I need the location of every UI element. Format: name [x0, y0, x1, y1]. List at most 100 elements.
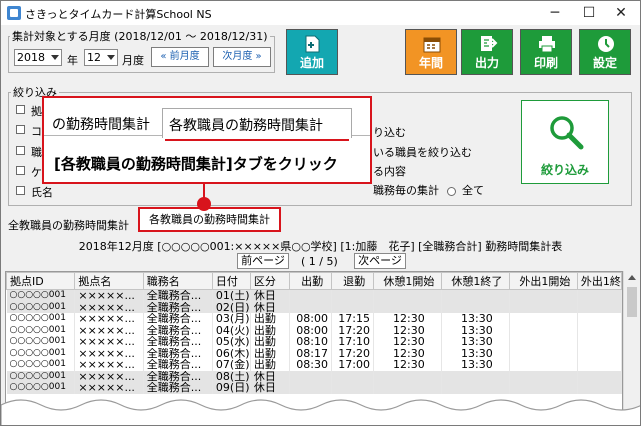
filter-staff-text: いる職員を絞り込む	[373, 146, 472, 159]
table-row[interactable]: ○○○○○001 ×××××... 全職務合... 08(土) 休日	[6, 370, 622, 382]
column-header[interactable]: 日付	[211, 272, 251, 290]
name-checkbox[interactable]	[16, 186, 25, 195]
annual-button[interactable]: 年間	[405, 29, 457, 75]
table-cell	[331, 370, 374, 382]
column-header[interactable]: 休憩1開始	[372, 272, 442, 290]
scroll-up-icon[interactable]	[628, 275, 636, 280]
filter-button[interactable]: 絞り込み	[521, 100, 609, 184]
calendar-icon	[423, 37, 441, 53]
table-cell: ○○○○○001	[6, 359, 76, 371]
table-cell	[509, 382, 578, 394]
table-cell: 13:30	[441, 336, 510, 348]
column-header[interactable]: 拠点ID	[6, 272, 76, 290]
table-row[interactable]: ○○○○○001 ×××××... 全職務合... 01(土) 休日	[6, 289, 622, 302]
minimize-button[interactable]: ─	[541, 3, 569, 23]
table-cell	[373, 289, 442, 302]
table-cell	[509, 370, 578, 382]
table-cell	[509, 359, 578, 371]
column-header[interactable]: 出勤	[288, 272, 333, 290]
table-cell: 17:20	[331, 347, 374, 359]
table-cell: 17:00	[331, 359, 374, 371]
table-cell	[509, 336, 578, 348]
add-button[interactable]: 追加	[286, 29, 338, 75]
close-button[interactable]: ✕	[607, 3, 635, 23]
table-cell: 全職務合...	[143, 324, 213, 336]
month-select[interactable]: 12	[84, 49, 118, 66]
column-header[interactable]: 区分	[249, 272, 290, 290]
instruction-callout: の勤務時間集計 各教職員の勤務時間集計 [各教職員の勤務時間集計]タブをクリック	[42, 96, 372, 184]
radio-all[interactable]	[446, 186, 456, 196]
filter-checkbox-2[interactable]	[16, 125, 25, 134]
column-header[interactable]: 外出1終	[576, 272, 622, 290]
table-cell	[373, 301, 442, 313]
table-cell: 08:30	[289, 359, 333, 371]
next-page-button[interactable]: 次ページ	[354, 253, 406, 269]
column-header[interactable]: 職務名	[142, 272, 213, 290]
table-row[interactable]: ○○○○○001 ×××××... 全職務合... 03(月) 出勤 08:00 17:15…	[6, 313, 622, 325]
next-month-button[interactable]: 次月度 »	[213, 47, 271, 67]
table-cell: 12:30	[373, 359, 442, 371]
filter-checkbox-2-label: コ	[31, 125, 42, 138]
month-value: 12	[87, 51, 101, 64]
table-cell: 12:30	[373, 324, 442, 336]
per-job-label: 職務毎の集計	[373, 184, 439, 197]
column-header[interactable]: 外出1開始	[508, 272, 578, 290]
table-cell	[289, 289, 333, 302]
filter-checkbox-3[interactable]	[16, 146, 25, 155]
filter-checkbox-1[interactable]	[16, 105, 25, 114]
table-cell: 出勤	[250, 359, 290, 371]
print-button[interactable]: 印刷	[520, 29, 572, 75]
table-cell: 13:30	[441, 347, 510, 359]
column-header[interactable]: 拠点名	[74, 272, 144, 290]
tab-all-staff[interactable]: 全教職員の勤務時間集計	[4, 215, 133, 233]
table-cell	[577, 289, 622, 302]
column-header[interactable]: 退勤	[331, 272, 374, 290]
table-cell: 01(土)	[212, 289, 251, 302]
table-cell: 12:30	[373, 313, 442, 325]
table-cell: 出勤	[250, 313, 290, 325]
add-document-icon	[305, 35, 320, 53]
printer-icon	[539, 36, 555, 53]
table-cell	[577, 359, 622, 371]
table-cell: 08:10	[289, 336, 333, 348]
window-title: さきっとタイムカード計算School NS	[25, 8, 212, 21]
table-cell: ×××××...	[74, 336, 144, 348]
filter-checkbox-4[interactable]	[16, 166, 25, 175]
year-select[interactable]: 2018	[14, 49, 62, 66]
torn-edge-decoration	[1, 399, 640, 425]
chevron-down-icon	[107, 55, 115, 60]
table-cell: 17:10	[331, 336, 374, 348]
callout-pointer-dot	[197, 197, 211, 211]
output-button[interactable]: 出力	[461, 29, 513, 75]
prev-page-button[interactable]: 前ページ	[237, 253, 289, 269]
table-cell: ○○○○○001	[6, 313, 76, 325]
table-cell: 13:30	[441, 359, 510, 371]
tab-each-staff[interactable]: 各教職員の勤務時間集計	[138, 207, 281, 232]
table-cell: 休日	[250, 370, 290, 382]
table-cell: 13:30	[441, 313, 510, 325]
per-job-option[interactable]: 職務毎の集計 全て	[373, 182, 484, 198]
table-row[interactable]: ○○○○○001 ×××××... 全職務合... 05(水) 出勤 08:10 17:10…	[6, 336, 622, 348]
magnifier-icon	[550, 116, 584, 150]
prev-month-button[interactable]: « 前月度	[151, 47, 209, 67]
clock-icon	[598, 36, 614, 52]
table-cell: 06(木)	[212, 347, 251, 359]
table-cell	[577, 313, 622, 325]
table-cell	[577, 324, 622, 336]
scroll-thumb[interactable]	[627, 287, 637, 317]
table-cell: ○○○○○001	[6, 370, 76, 382]
table-cell: 出勤	[250, 347, 290, 359]
table-row[interactable]: ○○○○○001 ×××××... 全職務合... 02(日) 休日	[6, 301, 622, 313]
column-header[interactable]: 休憩1終了	[440, 272, 510, 290]
table-row[interactable]: ○○○○○001 ×××××... 全職務合... 07(金) 出勤 08:30 17:00…	[6, 359, 622, 371]
year-value: 2018	[17, 51, 45, 64]
maximize-button[interactable]: ☐	[575, 3, 603, 23]
table-row[interactable]: ○○○○○001 ×××××... 全職務合... 06(木) 出勤 08:17 17:20…	[6, 347, 622, 359]
settings-button[interactable]: 設定	[579, 29, 631, 75]
chevron-down-icon	[51, 55, 59, 60]
title-bar: さきっとタイムカード計算School NS ─ ☐ ✕	[1, 1, 640, 25]
table-cell: 13:30	[441, 324, 510, 336]
table-row[interactable]: ○○○○○001 ×××××... 全職務合... 09(日) 休日	[6, 382, 622, 394]
callout-tab-each: 各教職員の勤務時間集計	[162, 108, 352, 138]
table-row[interactable]: ○○○○○001 ×××××... 全職務合... 04(火) 出勤 08:00 17:20…	[6, 324, 622, 336]
